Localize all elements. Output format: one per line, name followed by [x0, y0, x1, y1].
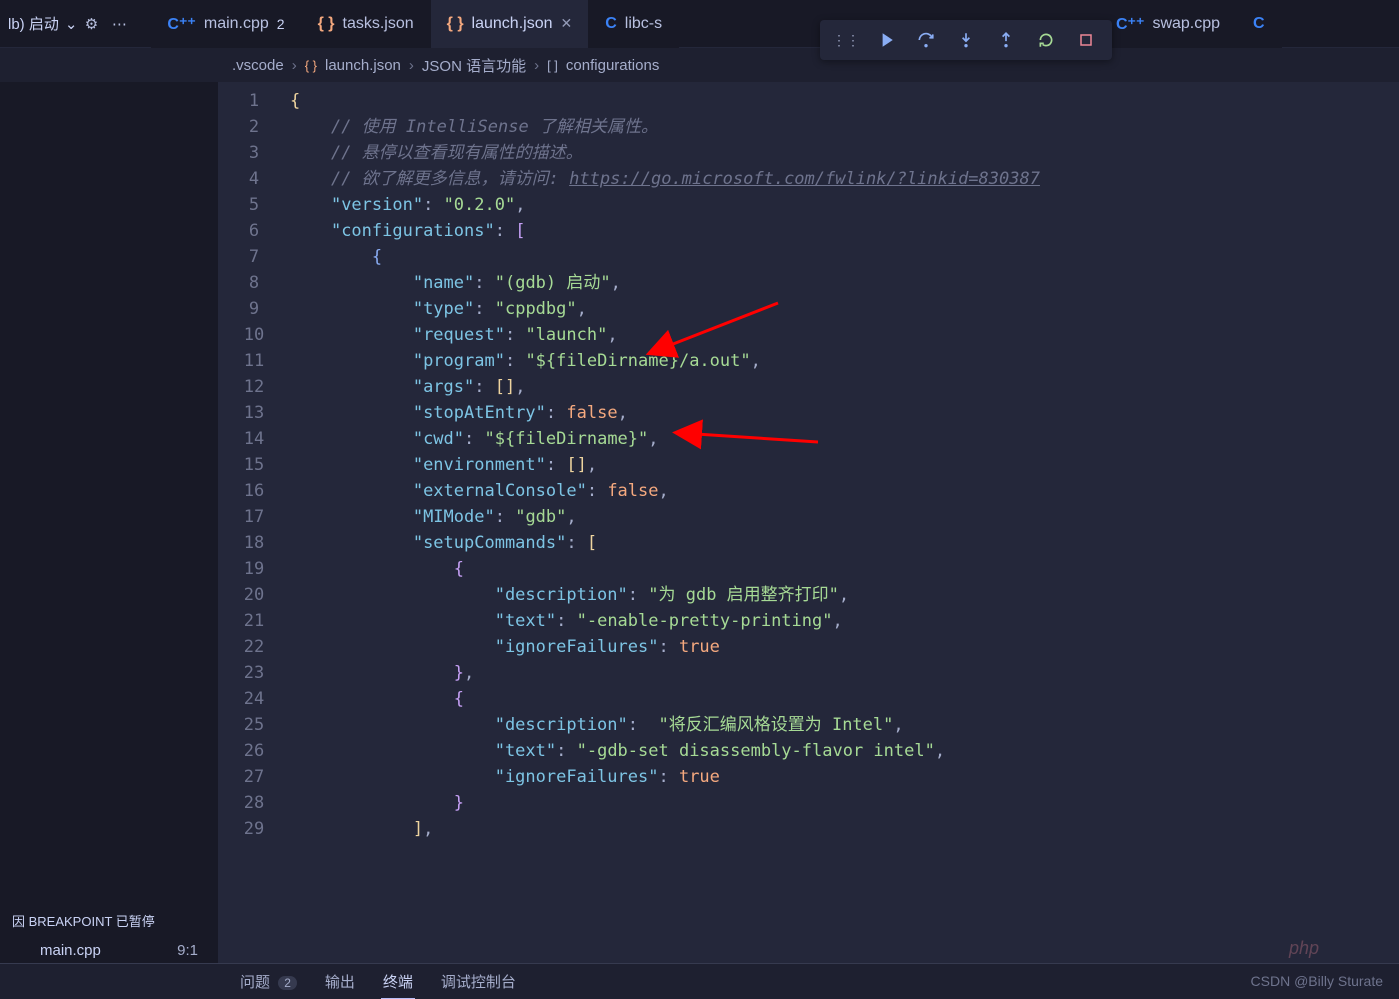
cpp-icon: C⁺⁺: [1116, 14, 1144, 34]
debug-config-dropdown[interactable]: lb) 启动 ⌄: [8, 13, 77, 34]
continue-button[interactable]: [870, 24, 902, 56]
breadcrumb-folder: .vscode: [232, 57, 284, 74]
stack-location: 9:1: [177, 942, 198, 959]
tab-label: tasks.json: [343, 15, 414, 33]
tab-c-partial[interactable]: C: [1237, 0, 1282, 48]
panel-tab-debug-console[interactable]: 调试控制台: [439, 965, 518, 998]
line-gutter: 1234567891011121314151617181920212223242…: [218, 82, 290, 963]
close-icon[interactable]: ✕: [561, 15, 573, 32]
restart-button[interactable]: [1030, 24, 1062, 56]
panel-tab-terminal[interactable]: 终端: [381, 965, 415, 999]
json-icon: { }: [305, 58, 317, 73]
watermark-text: CSDN @Billy Sturate: [1251, 973, 1383, 989]
step-out-button[interactable]: [990, 24, 1022, 56]
breadcrumb[interactable]: .vscode › { } launch.json › JSON 语言功能 › …: [0, 48, 1399, 82]
tab-label: libc-s: [625, 15, 662, 33]
chevron-right-icon: ›: [534, 57, 539, 74]
c-icon: C: [1253, 15, 1265, 33]
watermark-logo: php: [1289, 938, 1319, 959]
debug-sidebar: 因 BREAKPOINT 已暂停 main.cpp 9:1: [0, 82, 218, 963]
panel-tab-output[interactable]: 输出: [323, 965, 357, 998]
tab-tasks-json[interactable]: { } tasks.json: [302, 0, 431, 48]
tab-launch-json[interactable]: { } launch.json ✕: [431, 0, 590, 48]
gear-icon[interactable]: ⚙: [77, 10, 105, 38]
pause-reason: 因 BREAKPOINT 已暂停: [0, 903, 218, 938]
tab-label: main.cpp: [204, 15, 269, 33]
editor-tabs: C⁺⁺ main.cpp 2 { } tasks.json { } launch…: [151, 0, 679, 48]
breadcrumb-file: launch.json: [325, 57, 401, 74]
dirty-indicator: 2: [277, 16, 285, 32]
code-editor[interactable]: 1234567891011121314151617181920212223242…: [218, 82, 1399, 963]
step-into-button[interactable]: [950, 24, 982, 56]
json-icon: { }: [447, 15, 464, 33]
json-icon: { }: [318, 15, 335, 33]
c-icon: C: [605, 15, 617, 33]
debug-config-label: lb) 启动: [8, 13, 59, 34]
stack-file-name: main.cpp: [40, 942, 101, 959]
step-over-button[interactable]: [910, 24, 942, 56]
bottom-panel: 问题 2 输出 终端 调试控制台: [0, 963, 1399, 999]
array-icon: [ ]: [547, 58, 558, 73]
debug-toolbar: ⋮⋮: [820, 20, 1112, 60]
chevron-right-icon: ›: [409, 57, 414, 74]
code-content: { // 使用 IntelliSense 了解相关属性。 // 悬停以查看现有属…: [290, 82, 1399, 963]
breadcrumb-lang: JSON 语言功能: [422, 55, 526, 76]
cpp-icon: C⁺⁺: [167, 14, 195, 34]
panel-tab-problems[interactable]: 问题 2: [238, 965, 299, 998]
breadcrumb-node: configurations: [566, 57, 659, 74]
grip-icon[interactable]: ⋮⋮: [830, 24, 862, 56]
chevron-down-icon: ⌄: [65, 15, 78, 33]
stop-button[interactable]: [1070, 24, 1102, 56]
tab-main-cpp[interactable]: C⁺⁺ main.cpp 2: [151, 0, 301, 48]
tab-label: launch.json: [472, 15, 553, 33]
problems-count: 2: [278, 976, 297, 990]
chevron-right-icon: ›: [292, 57, 297, 74]
more-icon[interactable]: ⋯: [105, 10, 133, 38]
tab-swap-cpp[interactable]: C⁺⁺ swap.cpp: [1100, 0, 1237, 48]
stack-frame[interactable]: main.cpp 9:1: [0, 938, 218, 963]
tab-libc[interactable]: C libc-s: [589, 0, 679, 48]
tab-label: swap.cpp: [1152, 15, 1220, 33]
